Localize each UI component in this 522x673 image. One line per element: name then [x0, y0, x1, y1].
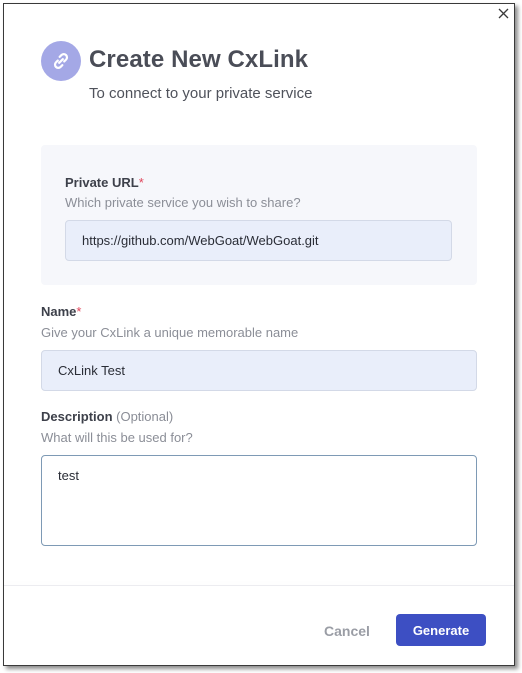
description-textarea[interactable]: test	[41, 455, 477, 546]
description-label: Description (Optional)	[41, 409, 173, 424]
generate-button[interactable]: Generate	[396, 614, 486, 646]
link-icon	[53, 53, 69, 69]
private-url-label-text: Private URL	[65, 175, 139, 190]
private-url-label: Private URL*	[65, 175, 144, 190]
name-label: Name*	[41, 304, 81, 319]
name-input[interactable]: CxLink Test	[41, 350, 477, 391]
dialog-subtitle: To connect to your private service	[89, 85, 313, 102]
dialog-title: Create New CxLink	[89, 46, 309, 73]
required-marker: *	[138, 175, 144, 190]
link-icon-badge	[41, 41, 81, 81]
description-help: What will this be used for?	[41, 430, 193, 445]
name-help: Give your CxLink a unique memorable name	[41, 325, 299, 340]
required-marker: *	[76, 304, 82, 319]
cancel-button[interactable]: Cancel	[314, 616, 380, 646]
create-cxlink-dialog: Create New CxLink To connect to your pri…	[3, 3, 515, 666]
private-url-panel: Private URL* Which private service you w…	[41, 145, 477, 285]
optional-marker: (Optional)	[116, 409, 174, 424]
close-icon	[498, 8, 508, 18]
name-label-text: Name	[41, 304, 77, 319]
footer-divider	[4, 585, 514, 586]
description-label-text: Description	[41, 409, 113, 424]
private-url-help: Which private service you wish to share?	[65, 195, 301, 210]
close-button[interactable]	[495, 5, 511, 21]
private-url-input[interactable]: https://github.com/WebGoat/WebGoat.git	[65, 220, 452, 261]
